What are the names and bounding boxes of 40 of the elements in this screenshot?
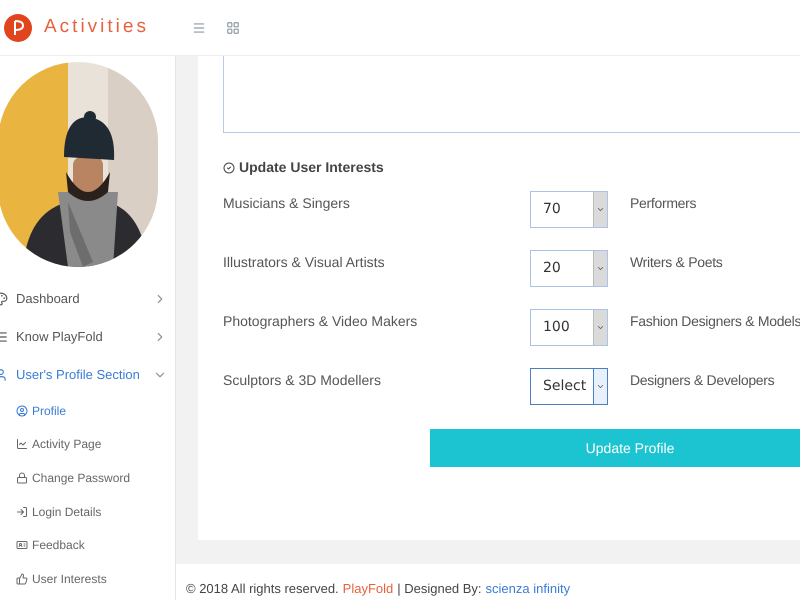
check-circle-icon [223,162,235,174]
submenu-item[interactable]: User Interests [0,562,175,596]
interest-label: Photographers & Video Makers [223,312,418,331]
interest-label: Writers & Poets [630,253,722,272]
lock-icon [16,472,28,484]
interest-label: Designers & Developers [630,371,774,390]
nav-item[interactable]: User's Profile Section [0,356,175,394]
chevron-down-icon [596,382,605,391]
brand-title: Activities [44,15,149,40]
chevron-down-icon [596,264,605,273]
submenu-item[interactable]: Activity Page [0,428,175,462]
logo-icon [4,14,32,42]
nav-item[interactable]: Dashboard [0,280,175,318]
designed-by-text: | Designed By: [397,580,482,598]
playfold-link[interactable]: PlayFold [342,578,394,598]
submenu-item[interactable]: Profile [0,394,175,428]
number-select[interactable]: 100 [530,309,608,346]
chevron-down-icon [596,205,605,214]
login-icon [16,506,28,518]
submenu-item[interactable]: Feedback [0,528,175,562]
interest-label: Musicians & Singers [223,194,351,213]
chevron-down-icon [596,323,605,332]
designer-link[interactable]: scienza infinity [486,578,570,598]
thumbs-up-icon [16,572,28,585]
interest-label: Illustrators & Visual Artists [223,253,386,272]
submenu-item[interactable]: Login Details [0,494,175,528]
copyright-text: © 2018 All rights reserved. [186,580,339,598]
number-select[interactable]: 20 [530,250,608,287]
grid-icon[interactable] [226,20,240,34]
nav-item[interactable]: Know PlayFold [0,318,175,356]
interest-label: Performers [630,194,696,213]
user-circle-icon [16,404,28,417]
section-title: Update User Interests [239,158,384,177]
interest-label: Sculptors & 3D Modellers [223,371,382,390]
number-select[interactable]: Select [530,368,608,405]
card-icon [16,539,28,552]
number-select[interactable]: 70 [530,191,608,228]
line-chart-icon [16,438,28,450]
menu-icon[interactable] [192,20,206,34]
submenu-item[interactable]: Change Password [0,461,175,495]
